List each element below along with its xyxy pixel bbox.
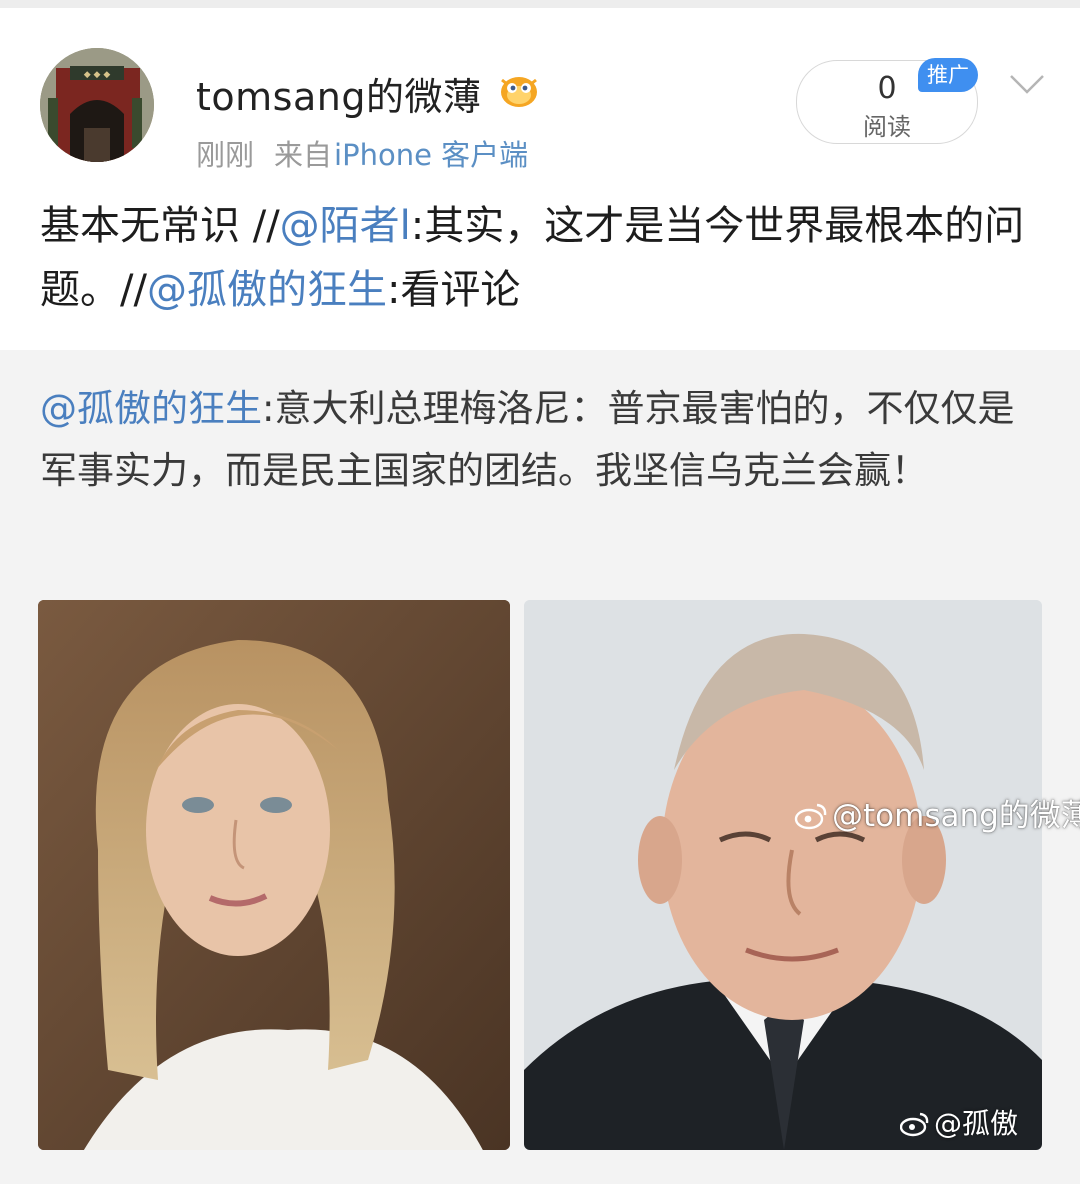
chevron-down-icon[interactable] [1008, 70, 1046, 98]
watermark-text: @孤傲 [934, 1107, 1019, 1140]
post-source[interactable]: iPhone 客户端 [334, 138, 528, 172]
repost-image-right[interactable] [524, 600, 1042, 1150]
mention-link[interactable]: @孤傲的狂生 [147, 267, 387, 313]
source-prefix: 来自 [274, 138, 333, 172]
repost-author-link[interactable]: @孤傲的狂生 [40, 387, 262, 430]
watermark-text: @tomsang的微薄 [832, 798, 1080, 834]
promote-badge[interactable]: 推广 [918, 58, 978, 92]
weibo-logo-icon [794, 803, 827, 830]
post-text-part: 基本无常识 // [40, 203, 280, 249]
avatar[interactable]: ◆ ◆ ◆ [40, 48, 154, 162]
top-divider [0, 0, 1080, 8]
post-meta: 刚刚 来自iPhone 客户端 [196, 132, 528, 174]
post-body: 基本无常识 //@陌者l:其实，这才是当今世界最根本的问题。//@孤傲的狂生:看… [40, 194, 1050, 322]
post-header: ◆ ◆ ◆ tomsang的微薄 刚刚 来自iPhone 客户端 0 阅读 推广 [0, 8, 1080, 178]
username[interactable]: tomsang的微薄 [196, 66, 481, 121]
repost-body: @孤傲的狂生:意大利总理梅洛尼：普京最害怕的，不仅仅是军事实力，而是民主国家的团… [40, 378, 1050, 502]
read-label: 阅读 [863, 113, 911, 141]
screenshot-watermark: @tomsang的微薄 [794, 790, 1080, 835]
mention-link[interactable]: @陌者l [280, 203, 411, 249]
repost-card[interactable]: @孤傲的狂生:意大利总理梅洛尼：普京最害怕的，不仅仅是军事实力，而是民主国家的团… [0, 350, 1080, 1184]
image-watermark: @孤傲 [900, 1102, 1018, 1142]
fish-badge-icon [501, 77, 537, 107]
weibo-logo-icon [900, 1112, 929, 1137]
svg-text:◆ ◆ ◆: ◆ ◆ ◆ [84, 70, 111, 80]
repost-image-left[interactable] [38, 600, 510, 1150]
post-text-part: :看评论 [386, 267, 521, 313]
post-time: 刚刚 [196, 138, 255, 172]
